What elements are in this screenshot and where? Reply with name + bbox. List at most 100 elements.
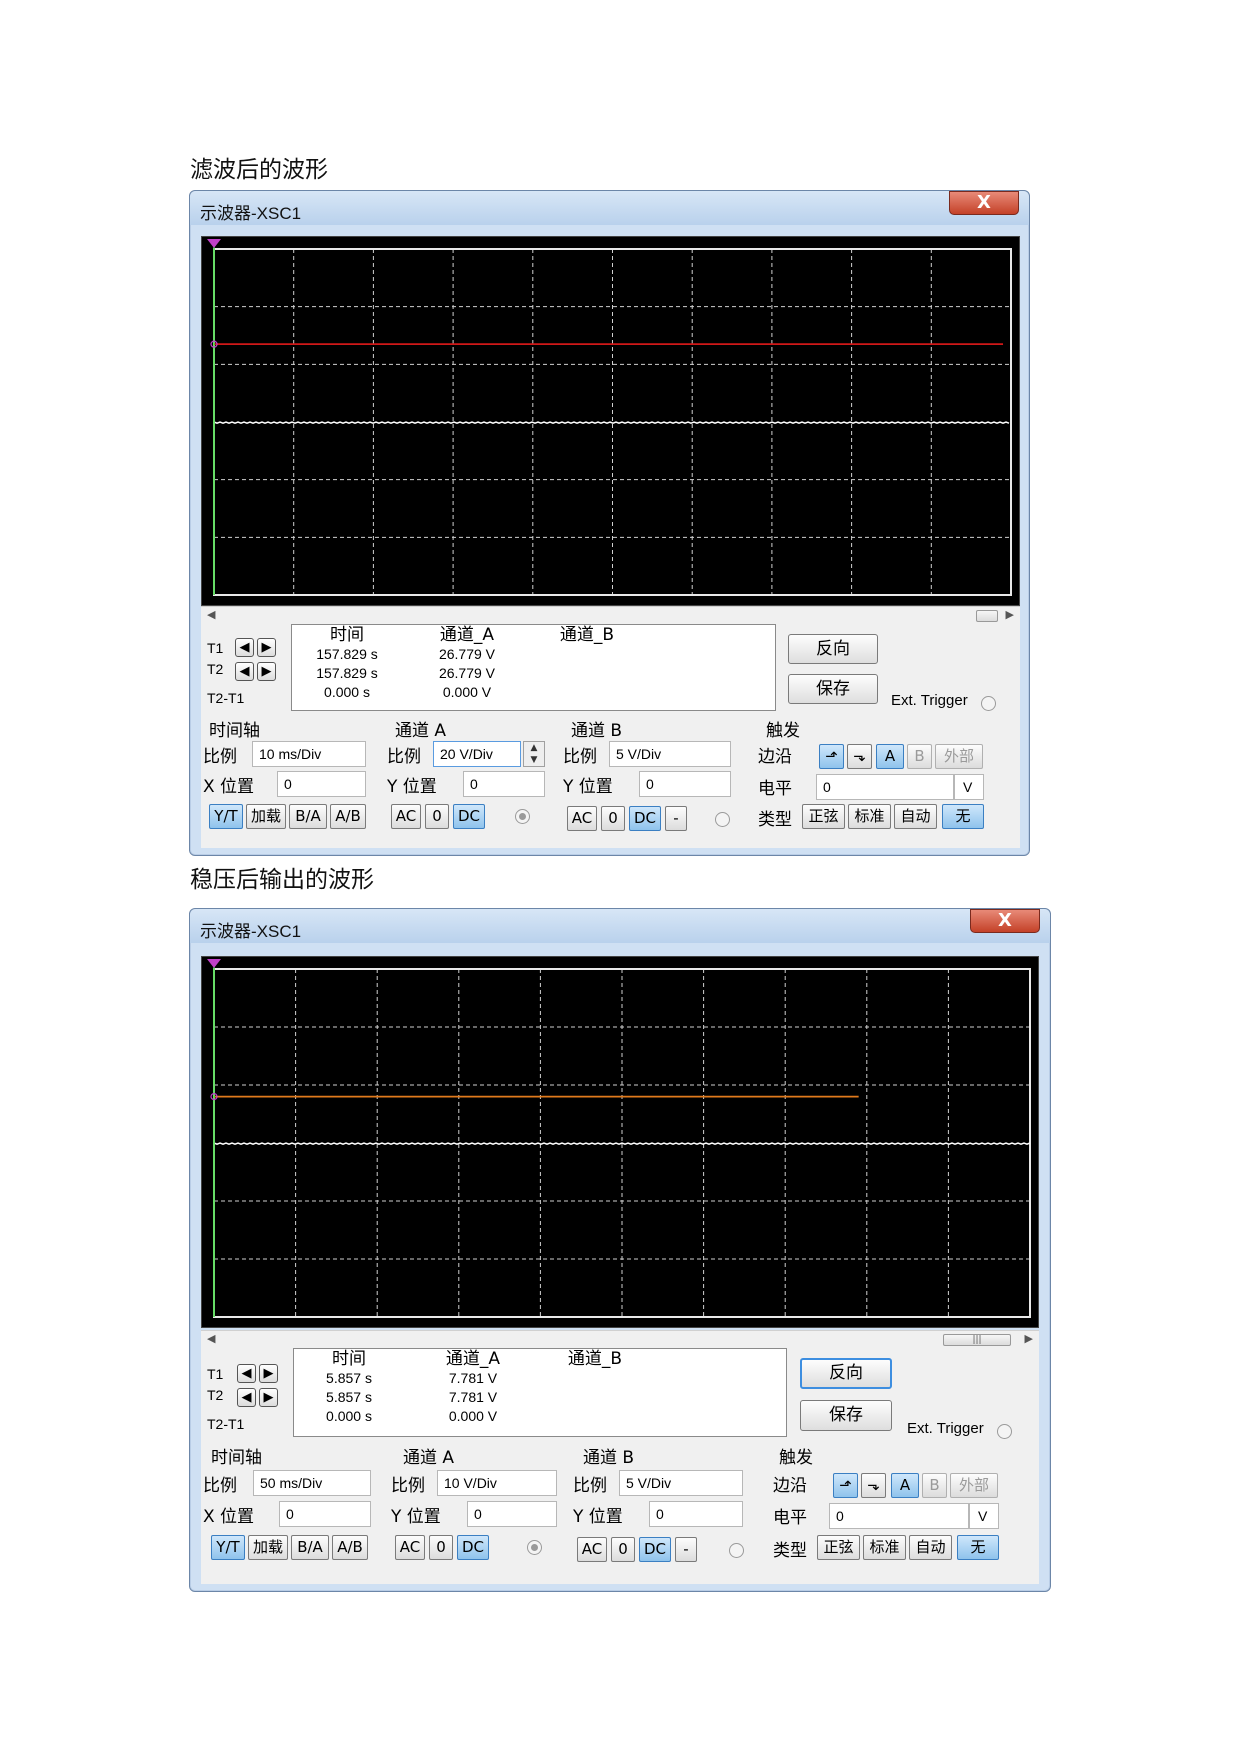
channel-a-ypos-field[interactable]: 0	[463, 771, 545, 797]
add-mode-button[interactable]: 加载	[246, 804, 286, 829]
add-mode-button[interactable]: 加载	[248, 1535, 288, 1560]
ab-mode-button[interactable]: A/B	[332, 1535, 368, 1560]
time-column: 时间 157.829 s 157.829 s 0.000 s	[292, 626, 402, 702]
trigger-source-a-button[interactable]: A	[876, 744, 904, 769]
trigger-auto-button[interactable]: 自动	[909, 1535, 952, 1560]
ba-mode-button[interactable]: B/A	[291, 1535, 329, 1560]
timebase-xpos-field[interactable]: 0	[279, 1501, 371, 1527]
trigger-normal-button[interactable]: 标准	[863, 1535, 906, 1560]
channel-b-ypos-field[interactable]: 0	[639, 771, 731, 797]
trigger-none-button[interactable]: 无	[957, 1535, 999, 1560]
title-bar[interactable]: 示波器-XSC1 X	[190, 191, 1029, 225]
trigger-source-b-button[interactable]: B	[907, 744, 932, 769]
channel-a-zero-button[interactable]: 0	[425, 804, 449, 829]
channel-b-scale-field[interactable]: 5 V/Div	[609, 741, 731, 767]
ext-trigger-radio[interactable]	[997, 1424, 1012, 1439]
channel-b-scale-field[interactable]: 5 V/Div	[619, 1470, 743, 1496]
channel-b-minus-button[interactable]: -	[665, 806, 687, 831]
timebase-scale-label: 比例	[203, 1476, 237, 1496]
channel-a-ypos-field[interactable]: 0	[467, 1501, 557, 1527]
scroll-left-arrow-icon[interactable]: ◀	[207, 608, 215, 621]
trigger-sine-button[interactable]: 正弦	[817, 1535, 860, 1560]
channel-a-scale-spinner[interactable]: ▲ ▼	[523, 741, 545, 767]
channel-a-scale-field[interactable]: 20 V/Div	[433, 741, 521, 767]
channel-a-ac-button[interactable]: AC	[391, 804, 421, 829]
channel-a-ac-button[interactable]: AC	[395, 1535, 425, 1560]
timebase-scale-field[interactable]: 10 ms/Div	[252, 741, 366, 767]
t1-right-arrow-icon[interactable]: ▶	[257, 638, 276, 657]
channel-a-dc-button[interactable]: DC	[453, 804, 485, 829]
channel-a-radio[interactable]	[515, 809, 530, 824]
timebase-title: 时间轴	[209, 721, 260, 741]
yt-mode-button[interactable]: Y/T	[209, 804, 243, 829]
close-button[interactable]: X	[949, 191, 1019, 215]
ba-mode-button[interactable]: B/A	[289, 804, 327, 829]
scroll-thumb[interactable]: |||	[943, 1334, 1011, 1346]
reverse-button[interactable]: 反向	[788, 634, 878, 664]
reverse-button[interactable]: 反向	[800, 1358, 892, 1389]
trigger-level-field[interactable]: 0	[816, 774, 954, 800]
channel-b-radio[interactable]	[729, 1543, 744, 1558]
channel-a-t2: 7.781 V	[448, 1389, 498, 1405]
channel-b-zero-button[interactable]: 0	[611, 1537, 635, 1562]
close-button[interactable]: X	[970, 909, 1040, 933]
channel-b-dc-button[interactable]: DC	[639, 1537, 671, 1562]
trigger-auto-button[interactable]: 自动	[894, 804, 937, 829]
trigger-level-field[interactable]: 0	[829, 1503, 969, 1529]
t1-left-arrow-icon[interactable]: ◀	[235, 638, 254, 657]
channel-a-radio[interactable]	[527, 1540, 542, 1555]
ab-mode-button[interactable]: A/B	[330, 804, 366, 829]
channel-a-scale-field[interactable]: 10 V/Div	[437, 1470, 557, 1496]
title-bar[interactable]: 示波器-XSC1 X	[190, 909, 1050, 943]
save-button[interactable]: 保存	[800, 1400, 892, 1431]
timebase-group: 时间轴 比例 10 ms/Div X 位置 0 Y/T 加载 B/A A/B	[201, 716, 381, 844]
channel-b-zero-button[interactable]: 0	[601, 806, 625, 831]
t2-right-arrow-icon[interactable]: ▶	[259, 1388, 278, 1407]
timebase-scale-field[interactable]: 50 ms/Div	[253, 1470, 371, 1496]
scope-display[interactable]	[201, 956, 1039, 1328]
yt-mode-button[interactable]: Y/T	[211, 1535, 245, 1560]
scroll-left-arrow-icon[interactable]: ◀	[207, 1332, 215, 1345]
horizontal-scrollbar[interactable]: ◀ ||| ▶	[201, 1330, 1039, 1348]
channel-b-dc-button[interactable]: DC	[629, 806, 661, 831]
trigger-none-button[interactable]: 无	[942, 804, 984, 829]
t2-right-arrow-icon[interactable]: ▶	[257, 662, 276, 681]
falling-edge-icon[interactable]: ⬎	[861, 1473, 886, 1498]
t2-left-arrow-icon[interactable]: ◀	[235, 662, 254, 681]
save-button[interactable]: 保存	[788, 674, 878, 704]
scroll-thumb[interactable]	[976, 610, 998, 622]
trigger-source-b-button[interactable]: B	[922, 1473, 947, 1498]
trigger-edge-label: 边沿	[773, 1476, 807, 1496]
control-panel: T1 T2 T2-T1 ◀ ▶ ◀ ▶ 时间 5.857 s 5.857 s 0…	[201, 1348, 1039, 1584]
rising-edge-icon[interactable]: ⬏	[833, 1473, 858, 1498]
time-t1: 5.857 s	[326, 1370, 372, 1386]
channel-b-column: 通道_B	[532, 626, 642, 645]
t2-left-arrow-icon[interactable]: ◀	[237, 1388, 256, 1407]
ext-trigger-radio[interactable]	[981, 696, 996, 711]
scroll-right-arrow-icon[interactable]: ▶	[1025, 1332, 1033, 1345]
falling-edge-icon[interactable]: ⬎	[847, 744, 872, 769]
channel-b-title: 通道 B	[571, 721, 623, 741]
channel-b-radio[interactable]	[715, 812, 730, 827]
trigger-source-a-button[interactable]: A	[891, 1473, 919, 1498]
t1-right-arrow-icon[interactable]: ▶	[259, 1364, 278, 1383]
trigger-title: 触发	[779, 1448, 813, 1468]
channel-b-minus-button[interactable]: -	[675, 1537, 697, 1562]
channel-b-ypos-field[interactable]: 0	[649, 1501, 743, 1527]
timebase-xpos-field[interactable]: 0	[277, 771, 366, 797]
t1-left-arrow-icon[interactable]: ◀	[237, 1364, 256, 1383]
trigger-level-unit: V	[969, 1503, 999, 1529]
rising-edge-icon[interactable]: ⬏	[819, 744, 844, 769]
trigger-source-ext-button[interactable]: 外部	[950, 1473, 998, 1498]
channel-b-ac-button[interactable]: AC	[567, 806, 597, 831]
channel-b-ac-button[interactable]: AC	[577, 1537, 607, 1562]
trigger-sine-button[interactable]: 正弦	[802, 804, 845, 829]
scope-display[interactable]	[201, 236, 1020, 606]
channel-a-dc-button[interactable]: DC	[457, 1535, 489, 1560]
trigger-source-ext-button[interactable]: 外部	[935, 744, 983, 769]
channel-a-zero-button[interactable]: 0	[429, 1535, 453, 1560]
scroll-right-arrow-icon[interactable]: ▶	[1006, 608, 1014, 621]
horizontal-scrollbar[interactable]: ◀ ▶	[201, 606, 1020, 624]
trigger-normal-button[interactable]: 标准	[848, 804, 891, 829]
channel-b-ypos-label: Y 位置	[573, 1507, 623, 1527]
